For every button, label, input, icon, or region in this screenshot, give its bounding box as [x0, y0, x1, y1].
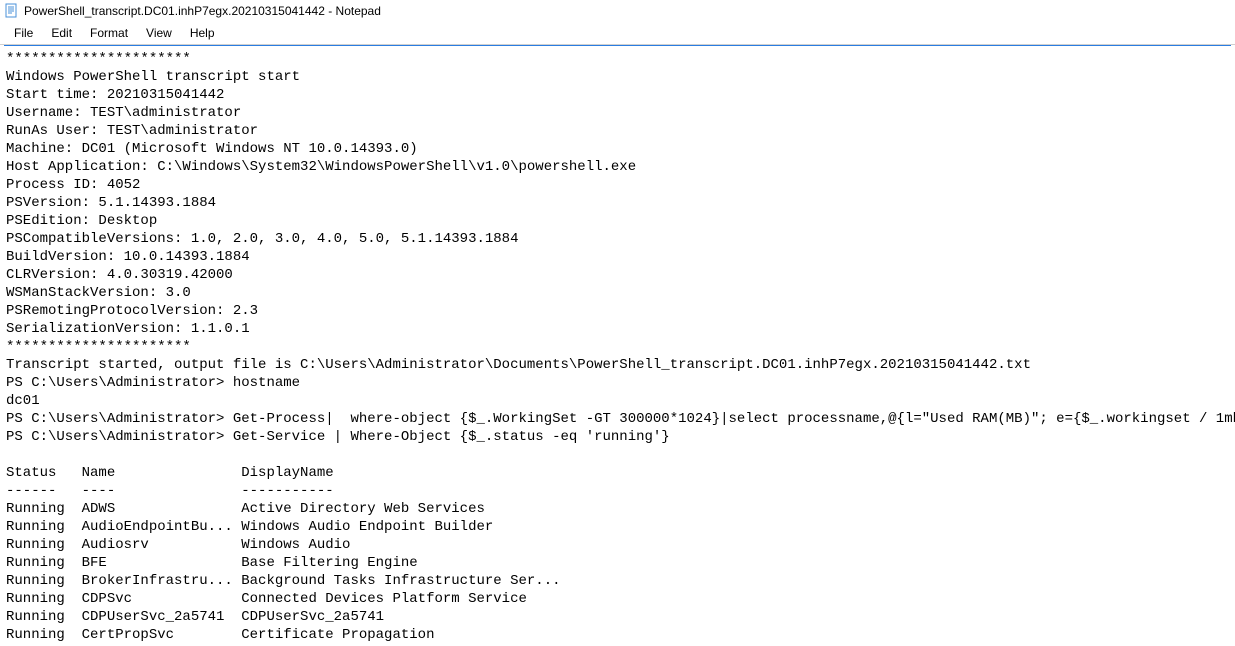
title-bar: PowerShell_transcript.DC01.inhP7egx.2021… [0, 0, 1235, 22]
notepad-window: PowerShell_transcript.DC01.inhP7egx.2021… [0, 0, 1235, 646]
menu-help[interactable]: Help [182, 24, 223, 42]
document-text[interactable]: ********************** Windows PowerShel… [6, 50, 1229, 644]
window-title: PowerShell_transcript.DC01.inhP7egx.2021… [24, 4, 381, 18]
text-area[interactable]: ********************** Windows PowerShel… [0, 46, 1235, 646]
menu-format[interactable]: Format [82, 24, 136, 42]
menu-view[interactable]: View [138, 24, 180, 42]
menu-file[interactable]: File [6, 24, 41, 42]
menu-edit[interactable]: Edit [43, 24, 80, 42]
menu-bar: File Edit Format View Help [0, 22, 1235, 45]
notepad-icon [4, 3, 20, 19]
